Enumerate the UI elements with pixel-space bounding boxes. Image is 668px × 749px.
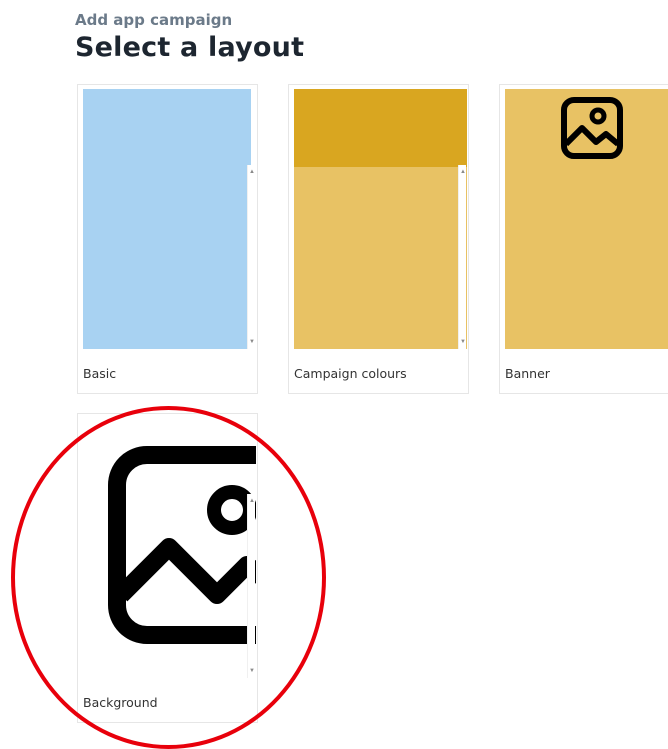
layout-preview-banner xyxy=(505,89,668,349)
layout-preview-background xyxy=(83,418,256,678)
layout-label-background: Background xyxy=(83,695,158,710)
preview-scrollbar[interactable]: ▲ ▼ xyxy=(458,165,466,349)
layout-label-banner: Banner xyxy=(505,366,550,381)
page-title: Select a layout xyxy=(75,32,305,63)
layout-card-banner[interactable]: Banner xyxy=(499,84,668,394)
scroll-down-icon: ▼ xyxy=(249,339,255,345)
layout-label-campaign-colours: Campaign colours xyxy=(294,366,407,381)
scroll-up-icon: ▲ xyxy=(249,169,255,175)
scroll-up-icon: ▲ xyxy=(460,169,466,175)
image-icon xyxy=(108,446,256,644)
layout-preview-campaign-colours xyxy=(294,89,467,349)
image-icon xyxy=(561,97,623,159)
preview-scrollbar[interactable]: ▲ ▼ xyxy=(247,494,255,678)
layout-card-background[interactable]: ▲ ▼ Background xyxy=(77,413,258,723)
preview-scrollbar[interactable]: ▲ ▼ xyxy=(247,165,255,349)
layout-card-basic[interactable]: ▲ ▼ Basic xyxy=(77,84,258,394)
page-subtitle: Add app campaign xyxy=(75,11,233,29)
scroll-up-icon: ▲ xyxy=(249,498,255,504)
scroll-down-icon: ▼ xyxy=(249,668,255,674)
layout-label-basic: Basic xyxy=(83,366,117,381)
preview-header-block xyxy=(294,89,467,167)
layout-card-campaign-colours[interactable]: ▲ ▼ Campaign colours xyxy=(288,84,469,394)
layout-preview-basic xyxy=(83,89,251,349)
scroll-down-icon: ▼ xyxy=(460,339,466,345)
